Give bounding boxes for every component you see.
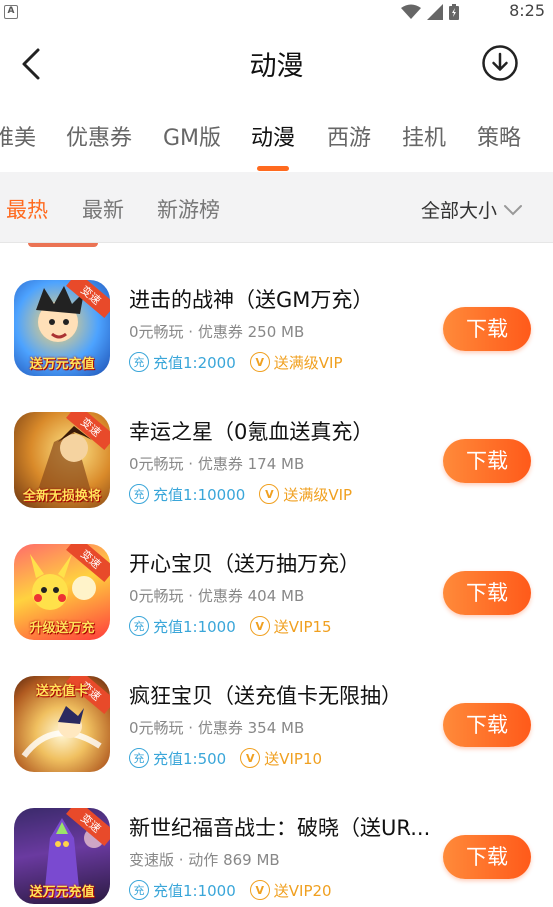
app-tags: 充 充值1:2000 V 送满级VIP [129, 351, 343, 373]
download-button[interactable]: 下载 [443, 439, 531, 483]
vip-icon: V [249, 880, 270, 900]
list-item[interactable]: 变速 送万元充值 新世纪福音战士：破晓（送UR... 变速版 · 动作 869 … [0, 771, 553, 904]
vip-icon: V [240, 748, 261, 768]
app-meta: 0元畅玩 · 优惠券 404 MB [129, 587, 305, 605]
tab-strategy[interactable]: 策略 [477, 120, 521, 152]
icon-caption: 全新无损换将 [22, 489, 101, 504]
tab-coupon[interactable]: 优惠券 [66, 120, 132, 152]
list-item[interactable]: 变速 全新无损换将 幸运之星（0氪血送真充） 0元畅玩 · 优惠券 174 MB… [0, 375, 553, 508]
active-tab-indicator [257, 166, 289, 171]
vip-gift: 送VIP15 [273, 617, 332, 636]
game-list: 变速 送万元充值 进击的战神（送GM万充） 0元畅玩 · 优惠券 250 MB … [0, 243, 553, 907]
vip-icon: V [259, 484, 280, 504]
battery-icon [449, 4, 459, 20]
icon-caption: 送充值卡 [35, 684, 88, 699]
list-item[interactable]: 变速 送充值卡 疯狂宝贝（送充值卡无限抽） 0元畅玩 · 优惠券 354 MB … [0, 639, 553, 772]
download-button[interactable]: 下载 [443, 835, 531, 879]
filter-hot[interactable]: 最热 [6, 194, 48, 224]
charge-icon: 充 [129, 748, 149, 768]
charge-ratio: 充值1:2000 [153, 353, 236, 372]
vip-gift: 送满级VIP [273, 353, 343, 372]
filter-new-rank[interactable]: 新游榜 [157, 194, 220, 224]
app-icon[interactable]: 变速 送万元充值 [14, 808, 110, 904]
page-title: 动漫 [249, 51, 304, 82]
tab-xiyou[interactable]: 西游 [327, 120, 371, 152]
tab-anime[interactable]: 动漫 [251, 120, 295, 152]
wifi-icon [401, 4, 421, 19]
app-tags: 充 充值1:1000 V 送VIP15 [129, 615, 332, 637]
app-name: 幸运之星（0氪血送真充） [129, 420, 374, 444]
app-name: 新世纪福音战士：破晓（送UR... [129, 816, 429, 840]
app-header: 动漫 [0, 24, 553, 104]
app-icon[interactable]: 变速 送充值卡 [14, 676, 110, 772]
charge-icon: 充 [129, 880, 149, 900]
tab-weimei[interactable]: 唯美 [0, 120, 36, 152]
app-name: 开心宝贝（送万抽万充） [129, 552, 360, 576]
size-filter-label: 全部大小 [421, 200, 498, 222]
charge-ratio: 充值1:1000 [153, 881, 236, 900]
vip-gift: 送满级VIP [283, 485, 353, 504]
icon-caption: 送万元充值 [29, 885, 95, 900]
status-icons [401, 4, 459, 20]
status-bar: A 8:25 [0, 0, 553, 24]
vip-icon: V [249, 616, 270, 636]
list-item[interactable]: 变速 送万元充值 进击的战神（送GM万充） 0元畅玩 · 优惠券 250 MB … [0, 243, 553, 376]
vip-gift: 送VIP20 [273, 881, 332, 900]
app-meta: 变速版 · 动作 869 MB [129, 851, 280, 869]
list-item[interactable]: 变速 升级送万充 开心宝贝（送万抽万充） 0元畅玩 · 优惠券 404 MB 充… [0, 507, 553, 640]
icon-caption: 升级送万充 [29, 621, 95, 636]
download-button[interactable]: 下载 [443, 703, 531, 747]
app-icon[interactable]: 变速 送万元充值 [14, 280, 110, 376]
app-tags: 充 充值1:10000 V 送满级VIP [129, 483, 352, 505]
app-tags: 充 充值1:1000 V 送VIP20 [129, 879, 332, 901]
app-tags: 充 充值1:500 V 送VIP10 [129, 747, 322, 769]
charge-icon: 充 [129, 484, 149, 504]
tab-idle[interactable]: 挂机 [402, 120, 446, 152]
app-meta: 0元畅玩 · 优惠券 354 MB [129, 719, 305, 737]
vip-icon: V [249, 352, 270, 372]
app-name: 疯狂宝贝（送充值卡无限抽） [129, 684, 402, 708]
vip-gift: 送VIP10 [264, 749, 323, 768]
tab-gm[interactable]: GM版 [163, 120, 221, 152]
download-button[interactable]: 下载 [443, 571, 531, 615]
filter-newest[interactable]: 最新 [82, 194, 124, 224]
charge-icon: 充 [129, 352, 149, 372]
category-tabs: 唯美 优惠券 GM版 动漫 西游 挂机 策略 [0, 104, 553, 172]
charge-ratio: 充值1:500 [153, 749, 227, 768]
download-button[interactable]: 下载 [443, 307, 531, 351]
size-filter-dropdown[interactable]: 全部大小 [421, 196, 523, 223]
app-icon[interactable]: 变速 升级送万充 [14, 544, 110, 640]
charge-icon: 充 [129, 616, 149, 636]
app-meta: 0元畅玩 · 优惠券 174 MB [129, 455, 305, 473]
chevron-down-icon [504, 204, 523, 215]
app-name: 进击的战神（送GM万充） [129, 288, 374, 312]
icon-caption: 送万元充值 [29, 357, 95, 372]
app-meta: 0元畅玩 · 优惠券 250 MB [129, 323, 305, 341]
download-manager-icon[interactable] [481, 44, 519, 82]
filter-bar: 最热 最新 新游榜 全部大小 [0, 172, 553, 243]
charge-ratio: 充值1:1000 [153, 617, 236, 636]
charge-ratio: 充值1:10000 [153, 485, 246, 504]
notification-icon: A [4, 5, 18, 19]
status-time: 8:25 [509, 1, 545, 20]
app-icon[interactable]: 变速 全新无损换将 [14, 412, 110, 508]
cell-signal-icon [427, 4, 443, 20]
